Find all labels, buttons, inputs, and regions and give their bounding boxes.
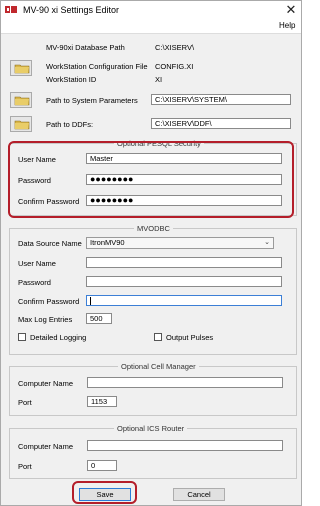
output-pulses-label[interactable]: Output Pulses [166, 333, 213, 342]
ws-id-label: WorkStation ID [46, 75, 97, 84]
folder-icon [14, 120, 30, 130]
menu-bar: Help [1, 19, 301, 34]
mvodbc-group-title: MVODBC [134, 224, 173, 233]
cell-port-label: Port [18, 398, 32, 407]
max-log-input[interactable]: 500 [86, 313, 112, 324]
odbc-password-label: Password [18, 278, 51, 287]
ics-computer-input[interactable] [87, 440, 283, 451]
ics-router-group-title: Optional ICS Router [114, 424, 188, 433]
folder-icon [14, 96, 30, 106]
max-log-label: Max Log Entries [18, 315, 73, 324]
ddfs-input[interactable]: C:\XISERV\DDF\ [151, 118, 291, 129]
cell-port-input[interactable]: 1153 [87, 396, 117, 407]
mv90-logo-icon [5, 6, 17, 13]
settings-window: MV-90 xi Settings Editor ✕ Help MV-90xi … [0, 0, 302, 506]
detailed-logging-checkbox[interactable] [18, 333, 26, 341]
dsn-select[interactable]: ItronMV90 ⌄ [86, 237, 274, 249]
cell-computer-label: Computer Name [18, 379, 74, 388]
ics-port-label: Port [18, 462, 32, 471]
browse-system-params-button[interactable] [10, 92, 32, 108]
chevron-down-icon: ⌄ [264, 239, 270, 246]
odbc-confirm-label: Confirm Password [18, 297, 80, 306]
ws-config-label: WorkStation Configuration File [46, 62, 148, 71]
browse-config-button[interactable] [10, 60, 32, 76]
odbc-username-input[interactable] [86, 257, 282, 268]
title-bar[interactable]: MV-90 xi Settings Editor ✕ [1, 1, 301, 19]
db-path-label: MV-90xi Database Path [46, 43, 125, 52]
pesql-highlight-annotation [8, 141, 294, 218]
close-icon[interactable]: ✕ [283, 2, 299, 18]
ics-computer-label: Computer Name [18, 442, 74, 451]
browse-ddfs-button[interactable] [10, 116, 32, 132]
system-params-label: Path to System Parameters [46, 96, 138, 105]
cell-computer-input[interactable] [87, 377, 283, 388]
text-caret [90, 297, 91, 305]
odbc-username-label: User Name [18, 259, 56, 268]
dsn-select-value: ItronMV90 [90, 238, 125, 247]
menu-help[interactable]: Help [279, 21, 295, 30]
ws-id-value: XI [155, 75, 163, 84]
cancel-button[interactable]: Cancel [173, 488, 225, 501]
dsn-label: Data Source Name [18, 239, 82, 248]
cell-manager-group [9, 366, 297, 416]
window-title: MV-90 xi Settings Editor [23, 5, 120, 15]
output-pulses-checkbox[interactable] [154, 333, 162, 341]
db-path-value: C:\XISERV\ [155, 43, 195, 52]
odbc-confirm-input[interactable] [86, 295, 282, 306]
save-highlight-annotation [72, 481, 137, 504]
detailed-logging-label[interactable]: Detailed Logging [30, 333, 86, 342]
ics-router-group [9, 428, 297, 479]
folder-icon [14, 64, 30, 74]
system-params-input[interactable]: C:\XISERV\SYSTEM\ [151, 94, 291, 105]
odbc-password-input[interactable] [86, 276, 282, 287]
ddfs-label: Path to DDFs: [46, 120, 94, 129]
ics-port-input[interactable]: 0 [87, 460, 117, 471]
ws-config-value: CONFIG.XI [155, 62, 194, 71]
cell-manager-group-title: Optional Cell Manager [118, 362, 199, 371]
